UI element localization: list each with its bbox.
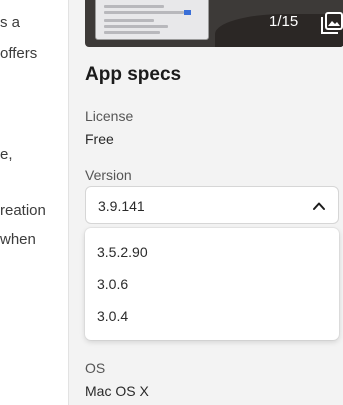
article-fragment: when	[0, 231, 36, 248]
version-selected-value: 3.9.141	[98, 198, 145, 214]
checkbox-icon	[184, 10, 191, 15]
article-fragment: offers	[0, 45, 38, 62]
version-option[interactable]: 3.0.4	[85, 300, 339, 332]
article-fragment: reation	[0, 202, 46, 219]
version-option[interactable]: 3.5.2.90	[85, 236, 339, 268]
app-specs-panel: 1/15 App specs License Free Version 3.9.…	[68, 0, 343, 405]
version-dropdown-menu: 3.5.2.90 3.0.6 3.0.4	[85, 228, 339, 340]
gallery-counter: 1/15	[269, 13, 299, 30]
os-value: Mac OS X	[85, 383, 149, 399]
version-select[interactable]: 3.9.141	[85, 186, 339, 224]
version-option[interactable]: 3.0.6	[85, 268, 339, 300]
page: s a offers e, reation when 1/15 App spec…	[0, 0, 343, 405]
screenshot-gallery-thumbnail[interactable]: 1/15	[85, 0, 343, 47]
image-gallery-icon[interactable]	[321, 12, 343, 34]
chevron-up-icon	[313, 202, 325, 210]
os-label: OS	[85, 360, 106, 376]
article-fragment: s a	[0, 14, 21, 31]
license-label: License	[85, 108, 134, 124]
article-fragment: e,	[0, 146, 13, 163]
section-title: App specs	[85, 64, 182, 85]
article-text-column: s a offers e, reation when	[0, 0, 68, 405]
screenshot-preview	[95, 0, 209, 40]
version-label: Version	[85, 167, 132, 183]
license-value: Free	[85, 131, 114, 147]
